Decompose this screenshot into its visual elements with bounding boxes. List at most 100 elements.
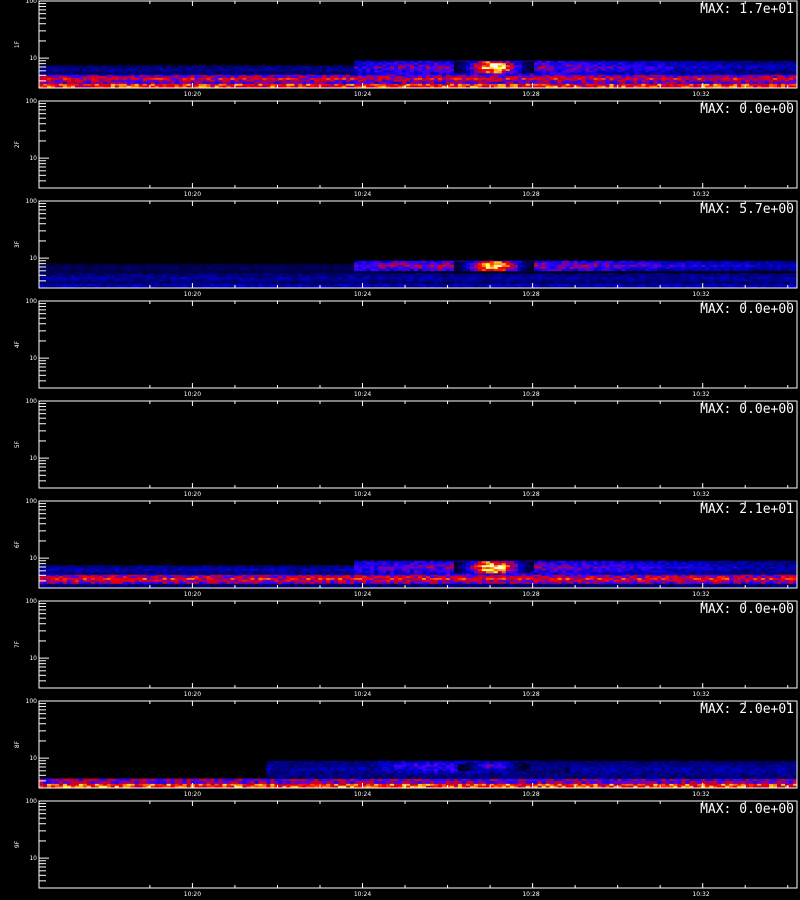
heatmap-cell — [350, 72, 355, 75]
heatmap-cell — [481, 281, 487, 284]
heatmap-cell — [641, 281, 646, 284]
heatmap-cell — [629, 281, 634, 284]
heatmap-cell — [134, 271, 140, 274]
heatmap-cell — [326, 72, 331, 75]
heatmap-cell — [721, 281, 726, 284]
heatmap-cell — [270, 72, 275, 75]
heatmap-cell — [186, 271, 191, 274]
heatmap-cell — [741, 81, 746, 84]
heatmap-cell — [222, 72, 227, 75]
heatmap-cell — [166, 72, 172, 75]
heatmap-cell — [66, 271, 72, 274]
heatmap-cell — [194, 271, 199, 274]
heatmap-cell — [705, 281, 710, 284]
heatmap-cell — [158, 81, 164, 84]
heatmap-cell — [210, 271, 215, 274]
heatmap-cell — [286, 281, 291, 284]
heatmap-cell — [118, 281, 124, 284]
heatmap-cell — [390, 268, 395, 272]
heatmap-cell — [42, 81, 48, 84]
panels-group: 100101F10:20 10:24 10:28 10:32MAX: 1.7e+011… — [14, 0, 798, 898]
heatmap-cell — [645, 281, 650, 284]
heatmap-cell — [226, 81, 231, 84]
heatmap-cell — [669, 72, 674, 75]
heatmap-cell — [453, 71, 459, 74]
heatmap-cell — [278, 281, 283, 284]
heatmap-cell — [665, 81, 670, 84]
heatmap-cell — [126, 72, 132, 75]
heatmap-cell — [737, 72, 742, 75]
heatmap-cell — [621, 72, 626, 75]
heatmap-cell — [130, 81, 136, 84]
panel-3: 100103F10:20 10:24 10:28 10:32MAX: 5.7e+00 — [14, 198, 798, 298]
heatmap-cell — [414, 281, 419, 284]
heatmap-cell — [346, 271, 351, 274]
heatmap-cell — [350, 271, 355, 274]
heatmap-cell — [262, 271, 267, 274]
heatmap-cell — [721, 72, 726, 75]
heatmap-cell — [709, 81, 714, 84]
heatmap-cell — [374, 268, 379, 272]
heatmap-cell — [330, 281, 335, 284]
heatmap-cell — [725, 281, 730, 284]
heatmap-cell — [210, 72, 215, 75]
heatmap-cell — [138, 271, 144, 274]
heatmap-cell — [310, 81, 315, 84]
heatmap-cell — [386, 281, 391, 284]
heatmap-cell — [250, 81, 255, 84]
heatmap-cell — [358, 268, 363, 272]
heatmap-cell — [509, 81, 515, 84]
heatmap-cell — [278, 72, 283, 75]
heatmap-cell — [573, 281, 578, 284]
heatmap-cell — [134, 81, 140, 84]
heatmap-cell — [42, 72, 48, 75]
heatmap-cell — [418, 81, 423, 84]
heatmap-cell — [258, 271, 263, 274]
heatmap-cell — [741, 72, 746, 75]
heatmap-cell — [785, 72, 790, 75]
heatmap-cell — [429, 81, 435, 84]
heatmap-cell — [162, 271, 168, 274]
heatmap-cell — [433, 81, 439, 84]
heatmap-cell — [633, 81, 638, 84]
heatmap-cell — [653, 281, 658, 284]
heatmap-cell — [394, 281, 399, 284]
heatmap-cell — [306, 281, 311, 284]
heatmap-cell — [286, 271, 291, 274]
panel-2: 100102F10:20 10:24 10:28 10:32MAX: 0.0e+00 — [14, 98, 798, 198]
heatmap-cell — [697, 81, 702, 84]
heatmap-cell — [106, 81, 112, 84]
heatmap-cell — [681, 281, 686, 284]
heatmap-cell — [350, 81, 355, 84]
heatmap-cell — [154, 81, 160, 84]
heatmap-cell — [322, 271, 327, 274]
heatmap-cell — [637, 281, 642, 284]
heatmap-cell — [254, 281, 259, 284]
heatmap-cell — [202, 72, 207, 75]
heatmap-cell — [258, 81, 263, 84]
heatmap-cell — [314, 72, 319, 75]
heatmap-cell — [733, 81, 738, 84]
heatmap-cell — [202, 281, 207, 284]
heatmap-cell — [246, 81, 251, 84]
heatmap-cell — [398, 81, 403, 84]
heatmap-cell — [198, 281, 203, 284]
heatmap-cell — [529, 71, 535, 74]
heatmap-cell — [382, 268, 387, 272]
heatmap-cell — [733, 281, 738, 284]
heatmap-cell — [437, 72, 443, 75]
heatmap-cell — [170, 81, 176, 84]
heatmap-cell — [429, 72, 435, 75]
heatmap-cell — [50, 72, 56, 75]
heatmap-cell — [414, 81, 419, 84]
heatmap-cell — [773, 281, 778, 284]
heatmap-cell — [126, 271, 132, 274]
heatmap-cell — [338, 72, 343, 75]
heatmap-cell — [781, 72, 786, 75]
heatmap-cell — [737, 81, 742, 84]
heatmap-cell — [326, 81, 331, 84]
heatmap-cell — [569, 281, 574, 284]
heatmap-cell — [789, 72, 794, 75]
heatmap-cell — [130, 72, 136, 75]
heatmap-cell — [318, 281, 323, 284]
